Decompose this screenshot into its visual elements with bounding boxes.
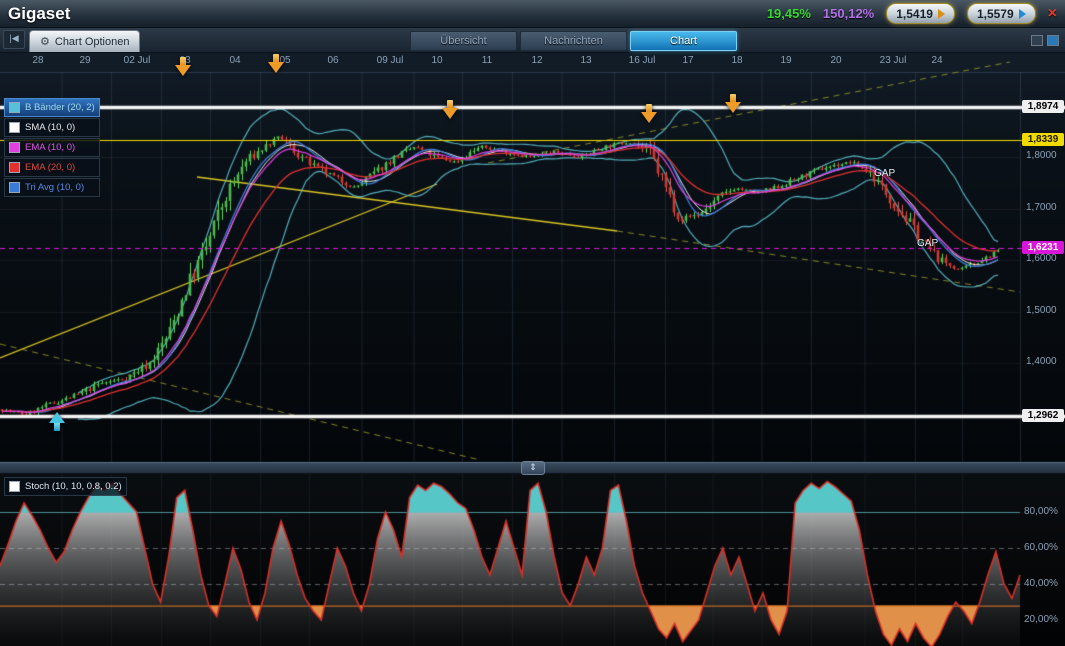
legend-item[interactable]: SMA (10, 0) (4, 118, 100, 137)
legend-item[interactable]: EMA (20, 0) (4, 158, 100, 177)
legend-item-label: Tri Avg (10, 0) (25, 182, 84, 193)
ask-price: 1,5579 (977, 7, 1014, 21)
minimize-panel-icon[interactable] (1031, 35, 1043, 46)
title-bar: Gigaset 19,45% 150,12% 1,5419 1,5579 × (0, 0, 1065, 28)
legend-item-label: B Bänder (20, 2) (25, 102, 95, 113)
legend-color-chip (9, 122, 20, 133)
stoch-legend: Stoch (10, 10, 0.8, 0.2) (4, 477, 127, 497)
legend-color-chip (9, 142, 20, 153)
collapse-panel-button[interactable]: |◀ (3, 30, 25, 49)
maximize-panel-icon[interactable] (1047, 35, 1059, 46)
chart-options-label: Chart Optionen (55, 36, 130, 48)
legend-item-label: EMA (10, 0) (25, 142, 75, 153)
stoch-legend-item[interactable]: Stoch (10, 10, 0.8, 0.2) (4, 477, 127, 496)
change-percent-green: 19,45% (767, 6, 811, 21)
gear-icon: ⚙ (40, 35, 50, 48)
tab-nachrichten[interactable]: Nachrichten (520, 31, 627, 51)
bid-price: 1,5419 (896, 7, 933, 21)
legend-item[interactable]: EMA (10, 0) (4, 138, 100, 157)
ask-price-badge[interactable]: 1,5579 (967, 3, 1036, 24)
trading-app-window: Gigaset 19,45% 150,12% 1,5419 1,5579 × |… (0, 0, 1065, 646)
legend-item-label: SMA (10, 0) (25, 122, 75, 133)
legend-color-chip (9, 102, 20, 113)
change-percent-purple: 150,12% (823, 6, 874, 21)
close-icon[interactable]: × (1048, 6, 1057, 22)
tab-chart[interactable]: Chart (630, 31, 737, 51)
stoch-legend-label: Stoch (10, 10, 0.8, 0.2) (25, 481, 122, 492)
ask-arrow-icon (1019, 9, 1026, 19)
instrument-title: Gigaset (8, 4, 70, 24)
legend-item[interactable]: B Bänder (20, 2) (4, 98, 100, 117)
legend-color-chip (9, 182, 20, 193)
splitter-handle[interactable]: ⇕ (521, 461, 545, 475)
legend-item[interactable]: Tri Avg (10, 0) (4, 178, 100, 197)
view-tabs: Übersicht Nachrichten Chart (410, 31, 737, 51)
bid-arrow-icon (938, 9, 945, 19)
header-quote-area: 19,45% 150,12% 1,5419 1,5579 × (767, 3, 1057, 24)
panel-window-controls (1031, 35, 1059, 46)
price-chart-canvas[interactable] (0, 52, 1065, 646)
chart-options-tab[interactable]: ⚙ Chart Optionen (29, 30, 140, 52)
legend-color-chip (9, 162, 20, 173)
tab-uebersicht[interactable]: Übersicht (410, 31, 517, 51)
indicator-legend: B Bänder (20, 2) SMA (10, 0) EMA (10, 0) EM… (4, 98, 100, 198)
legend-item-label: EMA (20, 0) (25, 162, 75, 173)
bid-price-badge[interactable]: 1,5419 (886, 3, 955, 24)
chart-toolbar: |◀ ⚙ Chart Optionen Übersicht Nachrichte… (0, 28, 1065, 53)
stoch-color-chip (9, 481, 20, 492)
